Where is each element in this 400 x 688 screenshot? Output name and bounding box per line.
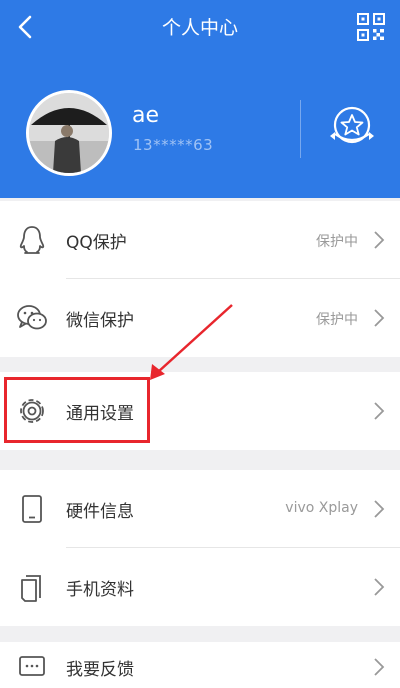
- gear-icon: [20, 399, 44, 423]
- phone-data-row[interactable]: 手机资料: [0, 548, 400, 626]
- settings-section: 通用设置: [0, 372, 400, 450]
- protection-section: QQ保护 保护中 微信保护 保护中: [0, 201, 400, 357]
- phone-number: 13*****63: [133, 136, 214, 154]
- username: ae: [132, 103, 160, 128]
- general-settings-row[interactable]: 通用设置: [0, 372, 400, 450]
- device-model: vivo Xplay: [285, 500, 358, 516]
- row-label: 我要反馈: [66, 660, 134, 680]
- row-label: 通用设置: [66, 404, 134, 424]
- qq-protection-row[interactable]: QQ保护 保护中: [0, 201, 400, 279]
- avatar[interactable]: [26, 90, 112, 176]
- wechat-icon: [17, 305, 47, 330]
- page-title: 个人中心: [161, 17, 238, 39]
- chevron-right-icon: [374, 500, 385, 518]
- chevron-right-icon: [374, 658, 385, 676]
- feedback-chat-icon: [19, 656, 45, 676]
- star-badge-icon[interactable]: [322, 98, 382, 158]
- header-divider: [300, 100, 301, 158]
- documents-icon: [21, 575, 41, 602]
- row-label: 硬件信息: [66, 502, 134, 522]
- row-label: 微信保护: [66, 311, 134, 331]
- back-chevron-icon[interactable]: [10, 10, 42, 44]
- qr-code-icon[interactable]: [356, 12, 386, 42]
- row-label: QQ保护: [66, 233, 127, 253]
- device-section: 硬件信息 vivo Xplay 手机资料: [0, 470, 400, 626]
- qq-penguin-icon: [19, 226, 45, 254]
- header-bar: 个人中心 ae 13*****63: [0, 0, 400, 198]
- feedback-row[interactable]: 我要反馈: [0, 642, 400, 688]
- row-status: 保护中: [316, 312, 358, 328]
- chevron-right-icon: [374, 402, 385, 420]
- feedback-section: 我要反馈: [0, 642, 400, 688]
- chevron-right-icon: [374, 231, 385, 249]
- chevron-right-icon: [374, 309, 385, 327]
- hardware-info-row[interactable]: 硬件信息 vivo Xplay: [0, 470, 400, 548]
- phone-device-icon: [22, 495, 42, 523]
- row-status: 保护中: [316, 234, 358, 250]
- chevron-right-icon: [374, 578, 385, 596]
- avatar-photo: [29, 93, 109, 173]
- row-label: 手机资料: [66, 580, 134, 600]
- wechat-protection-row[interactable]: 微信保护 保护中: [0, 279, 400, 357]
